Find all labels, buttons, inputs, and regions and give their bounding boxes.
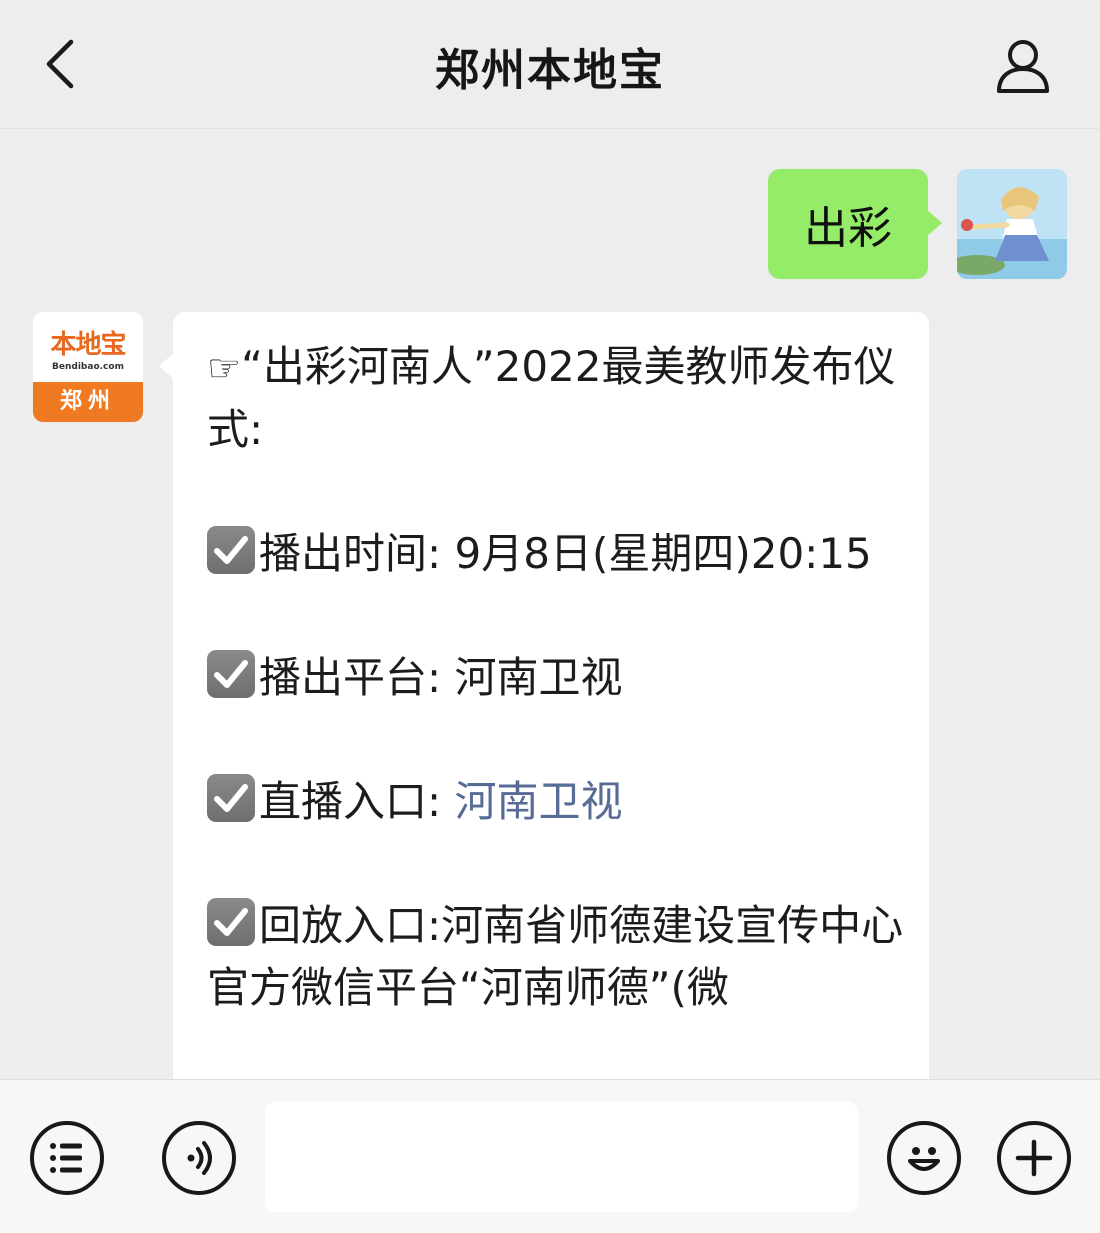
info-item-replay-entry: 回放入口:河南省师德建设宣传中心官方微信平台“河南师德”(微 — [207, 895, 907, 1019]
checkbox-icon — [207, 526, 255, 574]
bendibao-avatar[interactable]: 本地宝 Bendibao.com 郑州 — [33, 312, 143, 422]
menu-button[interactable] — [30, 1121, 104, 1195]
page-title: 郑州本地宝 — [435, 45, 665, 96]
profile-button[interactable] — [988, 30, 1058, 100]
checkbox-icon — [207, 898, 255, 946]
message-headline: ☞“出彩河南人”2022最美教师发布仪式: — [207, 336, 907, 461]
list-menu-icon — [50, 1143, 82, 1173]
item-value: 9月8日(星期四)20:15 — [454, 529, 872, 578]
info-item-platform: 播出平台: 河南卫视 — [207, 647, 907, 709]
headline-text: “出彩河南人”2022最美教师发布仪式: — [207, 342, 896, 454]
anime-avatar-image — [957, 169, 1067, 279]
plus-icon — [1015, 1139, 1053, 1177]
outgoing-message-text: 出彩 — [804, 203, 892, 254]
item-label: 回放入口: — [259, 901, 442, 950]
item-label: 播出时间: — [259, 529, 442, 578]
checkbox-icon — [207, 774, 255, 822]
user-avatar[interactable] — [957, 169, 1067, 279]
avatar-logo-text: 本地宝 — [50, 330, 126, 360]
item-label: 播出平台: — [259, 653, 442, 702]
chat-area[interactable]: 出彩 本地宝 Bendibao.com 郑州 ☞“出彩河南人”2022最美教师发… — [0, 129, 1100, 1079]
message-content: ☞“出彩河南人”2022最美教师发布仪式: 播出时间: 9月8日(星期四)20:… — [207, 336, 907, 1079]
avatar-logo-domain: Bendibao.com — [52, 362, 124, 372]
checkbox-icon — [207, 650, 255, 698]
person-icon — [997, 40, 1049, 93]
incoming-message-bubble[interactable]: ☞“出彩河南人”2022最美教师发布仪式: 播出时间: 9月8日(星期四)20:… — [159, 312, 929, 1079]
pointing-hand-icon: ☞ — [207, 346, 242, 390]
emoji-button[interactable] — [887, 1121, 961, 1195]
item-label: 直播入口: — [259, 777, 442, 826]
avatar-city-label: 郑州 — [33, 382, 143, 422]
message-input[interactable] — [265, 1102, 858, 1212]
nav-bar: 郑州本地宝 — [0, 0, 1100, 129]
emoji-icon — [908, 1147, 940, 1171]
item-value: 河南卫视 — [454, 653, 623, 702]
voice-icon — [187, 1141, 212, 1175]
add-button[interactable] — [997, 1121, 1071, 1195]
outgoing-message-bubble[interactable]: 出彩 — [768, 169, 942, 279]
info-item-air-time: 播出时间: 9月8日(星期四)20:15 — [207, 523, 907, 585]
input-bar — [0, 1079, 1100, 1233]
live-entry-link[interactable]: 河南卫视 — [455, 777, 623, 826]
voice-button[interactable] — [162, 1121, 236, 1195]
info-item-live-entry: 直播入口: 河南卫视 — [207, 771, 907, 833]
